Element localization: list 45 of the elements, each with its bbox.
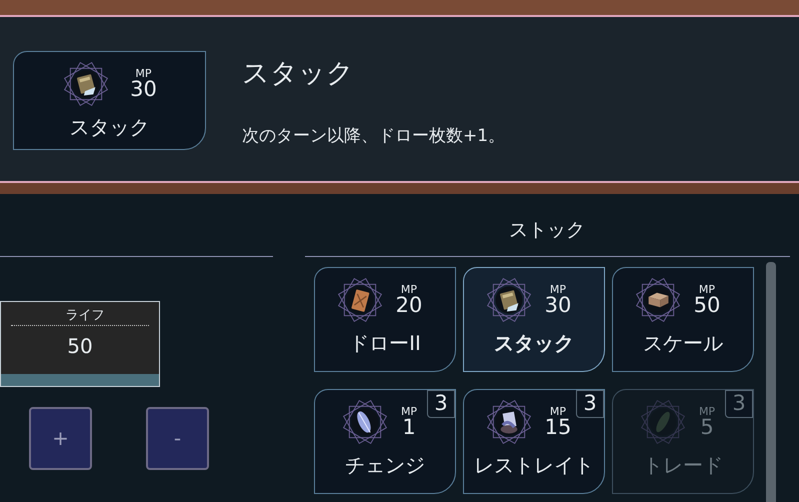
mp-label: MP: [400, 284, 418, 295]
detail-title: スタック: [242, 56, 355, 91]
skill-name: スタック: [494, 330, 574, 357]
skill-card[interactable]: MP 30 スタック: [13, 50, 206, 150]
book-icon: [62, 60, 110, 108]
skill-name: スタック: [70, 114, 150, 141]
book-icon: [484, 276, 533, 324]
mp-label: MP: [550, 406, 566, 416]
skill-name: スケール: [643, 330, 723, 357]
skill-name: ドローII: [349, 330, 421, 357]
count-badge: 3: [576, 390, 604, 418]
leaf-icon: [638, 398, 687, 446]
mp-value: 30: [130, 78, 157, 100]
feather-icon: [340, 398, 389, 446]
count-badge: 3: [427, 390, 455, 418]
mp-value: 20: [396, 295, 422, 316]
skill-name: トレード: [643, 452, 723, 478]
step-button[interactable]: -: [146, 406, 209, 470]
detail-description: 次のターン以降、ドロー枚数+1。: [242, 125, 506, 148]
life-value: 50: [66, 336, 94, 356]
skill-card[interactable]: MP 50 スケール: [612, 267, 754, 372]
scroll-icon: [484, 398, 533, 446]
box-icon: [634, 276, 682, 324]
skill-card[interactable]: MP 20 ドローII: [314, 267, 456, 372]
mp-label: MP: [698, 284, 716, 295]
mp-value: 1: [402, 416, 416, 438]
mp-value: 50: [694, 295, 720, 316]
stock-title: ストック: [508, 218, 586, 242]
card-icon: [336, 276, 384, 324]
skill-card[interactable]: MP 15 レストレイト 3: [463, 388, 605, 494]
skill-name: レストレイト: [474, 452, 594, 478]
skill-card[interactable]: MP 1 チェンジ 3: [314, 388, 456, 494]
skill-name: チェンジ: [345, 452, 425, 478]
mp-label: MP: [550, 284, 566, 295]
scrollbar[interactable]: [766, 262, 776, 502]
mp-label: MP: [400, 406, 418, 416]
mp-value: 30: [544, 295, 572, 316]
mp-value: 5: [700, 416, 714, 438]
mp-value: 15: [544, 416, 572, 438]
life-label: ライフ: [64, 306, 106, 324]
count-badge: 3: [725, 390, 753, 418]
skill-card[interactable]: MP 30 スタック: [463, 267, 605, 372]
mp-label: MP: [135, 68, 152, 79]
step-button[interactable]: +: [29, 406, 92, 470]
mp-label: MP: [698, 406, 716, 416]
